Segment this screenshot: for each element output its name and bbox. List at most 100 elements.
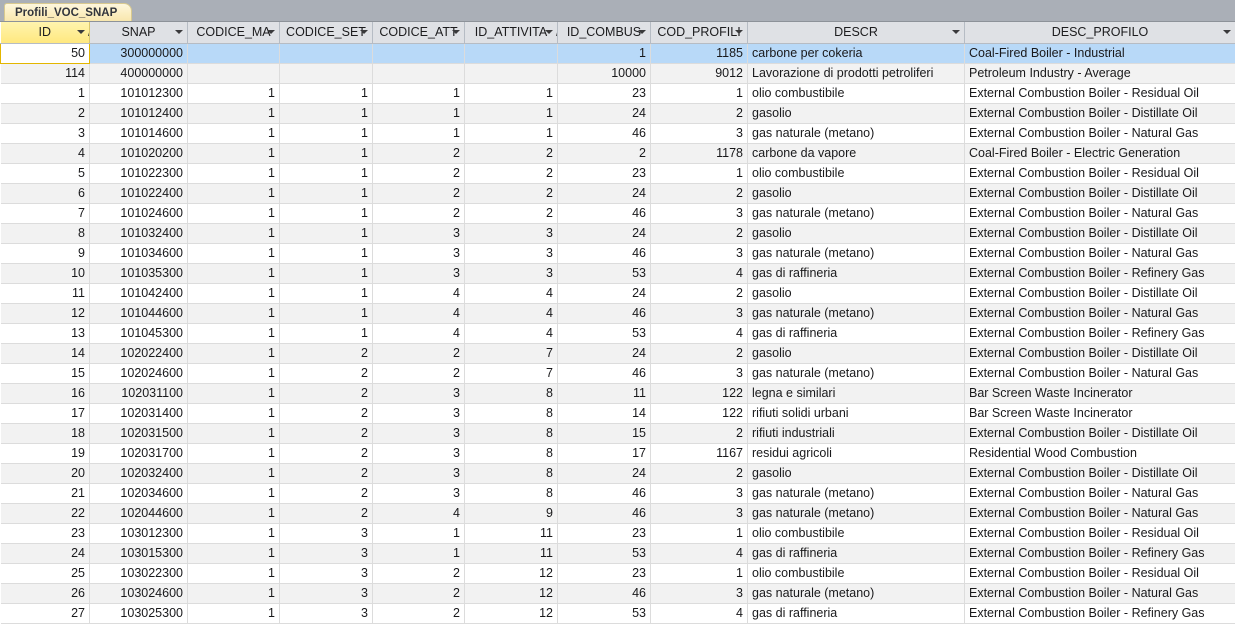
cell-id_attivita[interactable]: 7	[464, 363, 558, 384]
table-row[interactable]: 9 101034600 1 1 3 3 46 3 gas naturale (metano) Ex…	[0, 243, 1235, 264]
cell-snap[interactable]: 101022400	[89, 183, 188, 204]
cell-codice_att[interactable]: 4	[372, 323, 465, 344]
cell-codice_att[interactable]: 4	[372, 303, 465, 324]
table-row[interactable]: 14 102022400 1 2 2 7 24 2 gasolio External Combus…	[0, 343, 1235, 364]
cell-id[interactable]: 3	[0, 123, 90, 144]
cell-descr[interactable]: residui agricoli	[747, 443, 965, 464]
cell-id[interactable]: 4	[0, 143, 90, 164]
cell-snap[interactable]: 101035300	[89, 263, 188, 284]
column-header-id_attivita[interactable]: ID_ATTIVITA	[464, 22, 558, 44]
cell-id_combus[interactable]: 10000	[557, 63, 651, 84]
cell-codice_ma[interactable]: 1	[187, 263, 280, 284]
cell-codice_set[interactable]: 1	[279, 283, 373, 304]
cell-codice_ma[interactable]: 1	[187, 603, 280, 624]
cell-snap[interactable]: 102031400	[89, 403, 188, 424]
table-row[interactable]: 16 102031100 1 2 3 8 11 122 legna e similari Bar …	[0, 383, 1235, 404]
cell-codice_set[interactable]: 2	[279, 363, 373, 384]
chevron-down-icon[interactable]	[267, 30, 275, 35]
cell-snap[interactable]: 101012300	[89, 83, 188, 104]
table-row[interactable]: 23 103012300 1 3 1 11 23 1 olio combustibile Exte…	[0, 523, 1235, 544]
cell-cod_profili[interactable]: 3	[650, 203, 748, 224]
cell-codice_ma[interactable]: 1	[187, 123, 280, 144]
cell-snap[interactable]: 101012400	[89, 103, 188, 124]
cell-codice_att[interactable]	[372, 63, 465, 84]
cell-id_combus[interactable]: 53	[557, 263, 651, 284]
cell-id_combus[interactable]: 24	[557, 103, 651, 124]
cell-codice_att[interactable]: 1	[372, 543, 465, 564]
cell-desc_profilo[interactable]: External Combustion Boiler - Distillate …	[964, 223, 1235, 244]
cell-codice_set[interactable]: 3	[279, 563, 373, 584]
cell-id_combus[interactable]: 46	[557, 243, 651, 264]
cell-id_attivita[interactable]: 4	[464, 323, 558, 344]
cell-id_combus[interactable]: 23	[557, 163, 651, 184]
cell-id[interactable]: 1	[0, 83, 90, 104]
cell-cod_profili[interactable]: 3	[650, 483, 748, 504]
table-row[interactable]: 24 103015300 1 3 1 11 53 4 gas di raffineria Exte…	[0, 543, 1235, 564]
cell-descr[interactable]: gas di raffineria	[747, 323, 965, 344]
table-row[interactable]: 1 101012300 1 1 1 1 23 1 olio combustibile Extern…	[0, 83, 1235, 104]
cell-id[interactable]: 20	[0, 463, 90, 484]
cell-snap[interactable]: 102031100	[89, 383, 188, 404]
chevron-down-icon[interactable]	[638, 30, 646, 35]
cell-id_attivita[interactable]: 12	[464, 603, 558, 624]
cell-codice_set[interactable]: 2	[279, 443, 373, 464]
cell-codice_set[interactable]: 3	[279, 523, 373, 544]
cell-descr[interactable]: gasolio	[747, 183, 965, 204]
cell-codice_set[interactable]: 1	[279, 223, 373, 244]
cell-id_attivita[interactable]: 2	[464, 163, 558, 184]
table-row[interactable]: 15 102024600 1 2 2 7 46 3 gas naturale (metano) E…	[0, 363, 1235, 384]
cell-codice_ma[interactable]: 1	[187, 483, 280, 504]
cell-codice_ma[interactable]: 1	[187, 83, 280, 104]
cell-id[interactable]: 2	[0, 103, 90, 124]
cell-id_attivita[interactable]: 12	[464, 583, 558, 604]
cell-codice_set[interactable]: 2	[279, 483, 373, 504]
cell-id[interactable]: 114	[0, 63, 90, 84]
cell-codice_set[interactable]: 1	[279, 323, 373, 344]
cell-codice_ma[interactable]: 1	[187, 543, 280, 564]
cell-codice_ma[interactable]: 1	[187, 323, 280, 344]
cell-cod_profili[interactable]: 2	[650, 283, 748, 304]
cell-codice_ma[interactable]: 1	[187, 223, 280, 244]
cell-descr[interactable]: carbone da vapore	[747, 143, 965, 164]
cell-id_attivita[interactable]: 3	[464, 263, 558, 284]
cell-descr[interactable]: gasolio	[747, 103, 965, 124]
cell-snap[interactable]: 102044600	[89, 503, 188, 524]
cell-id_attivita[interactable]	[464, 43, 558, 64]
table-row[interactable]: 2 101012400 1 1 1 1 24 2 gasolio External Combust…	[0, 103, 1235, 124]
cell-id_attivita[interactable]: 1	[464, 103, 558, 124]
cell-descr[interactable]: gas di raffineria	[747, 603, 965, 624]
table-row[interactable]: 26 103024600 1 3 2 12 46 3 gas naturale (metano)…	[0, 583, 1235, 604]
cell-id_combus[interactable]: 15	[557, 423, 651, 444]
cell-snap[interactable]: 102022400	[89, 343, 188, 364]
cell-cod_profili[interactable]: 1	[650, 163, 748, 184]
cell-codice_att[interactable]: 4	[372, 283, 465, 304]
cell-id[interactable]: 14	[0, 343, 90, 364]
cell-snap[interactable]: 400000000	[89, 63, 188, 84]
column-header-cod_profili[interactable]: COD_PROFILI	[650, 22, 748, 44]
cell-codice_set[interactable]: 1	[279, 143, 373, 164]
cell-desc_profilo[interactable]: External Combustion Boiler - Natural Gas	[964, 123, 1235, 144]
cell-id_attivita[interactable]: 11	[464, 523, 558, 544]
cell-codice_att[interactable]: 3	[372, 483, 465, 504]
chevron-down-icon[interactable]	[452, 30, 460, 35]
table-row[interactable]: 22 102044600 1 2 4 9 46 3 gas naturale (metano) E…	[0, 503, 1235, 524]
sort-ascending-icon[interactable]	[545, 29, 557, 37]
cell-id_attivita[interactable]: 3	[464, 243, 558, 264]
cell-id[interactable]: 17	[0, 403, 90, 424]
cell-id_attivita[interactable]: 8	[464, 443, 558, 464]
cell-id[interactable]: 6	[0, 183, 90, 204]
table-row[interactable]: 10 101035300 1 1 3 3 53 4 gas di raffineria Exter…	[0, 263, 1235, 284]
table-row[interactable]: 3 101014600 1 1 1 1 46 3 gas naturale (metano) Ex…	[0, 123, 1235, 144]
cell-id_combus[interactable]: 1	[557, 43, 651, 64]
cell-desc_profilo[interactable]: Coal-Fired Boiler - Electric Generation	[964, 143, 1235, 164]
cell-id_attivita[interactable]: 2	[464, 143, 558, 164]
cell-codice_att[interactable]: 3	[372, 223, 465, 244]
cell-descr[interactable]: gas naturale (metano)	[747, 123, 965, 144]
cell-codice_set[interactable]: 1	[279, 183, 373, 204]
cell-id_attivita[interactable]: 4	[464, 283, 558, 304]
cell-descr[interactable]: gasolio	[747, 283, 965, 304]
cell-id_combus[interactable]: 46	[557, 483, 651, 504]
cell-cod_profili[interactable]: 2	[650, 463, 748, 484]
cell-desc_profilo[interactable]: External Combustion Boiler - Natural Gas	[964, 243, 1235, 264]
cell-desc_profilo[interactable]: External Combustion Boiler - Residual Oi…	[964, 163, 1235, 184]
